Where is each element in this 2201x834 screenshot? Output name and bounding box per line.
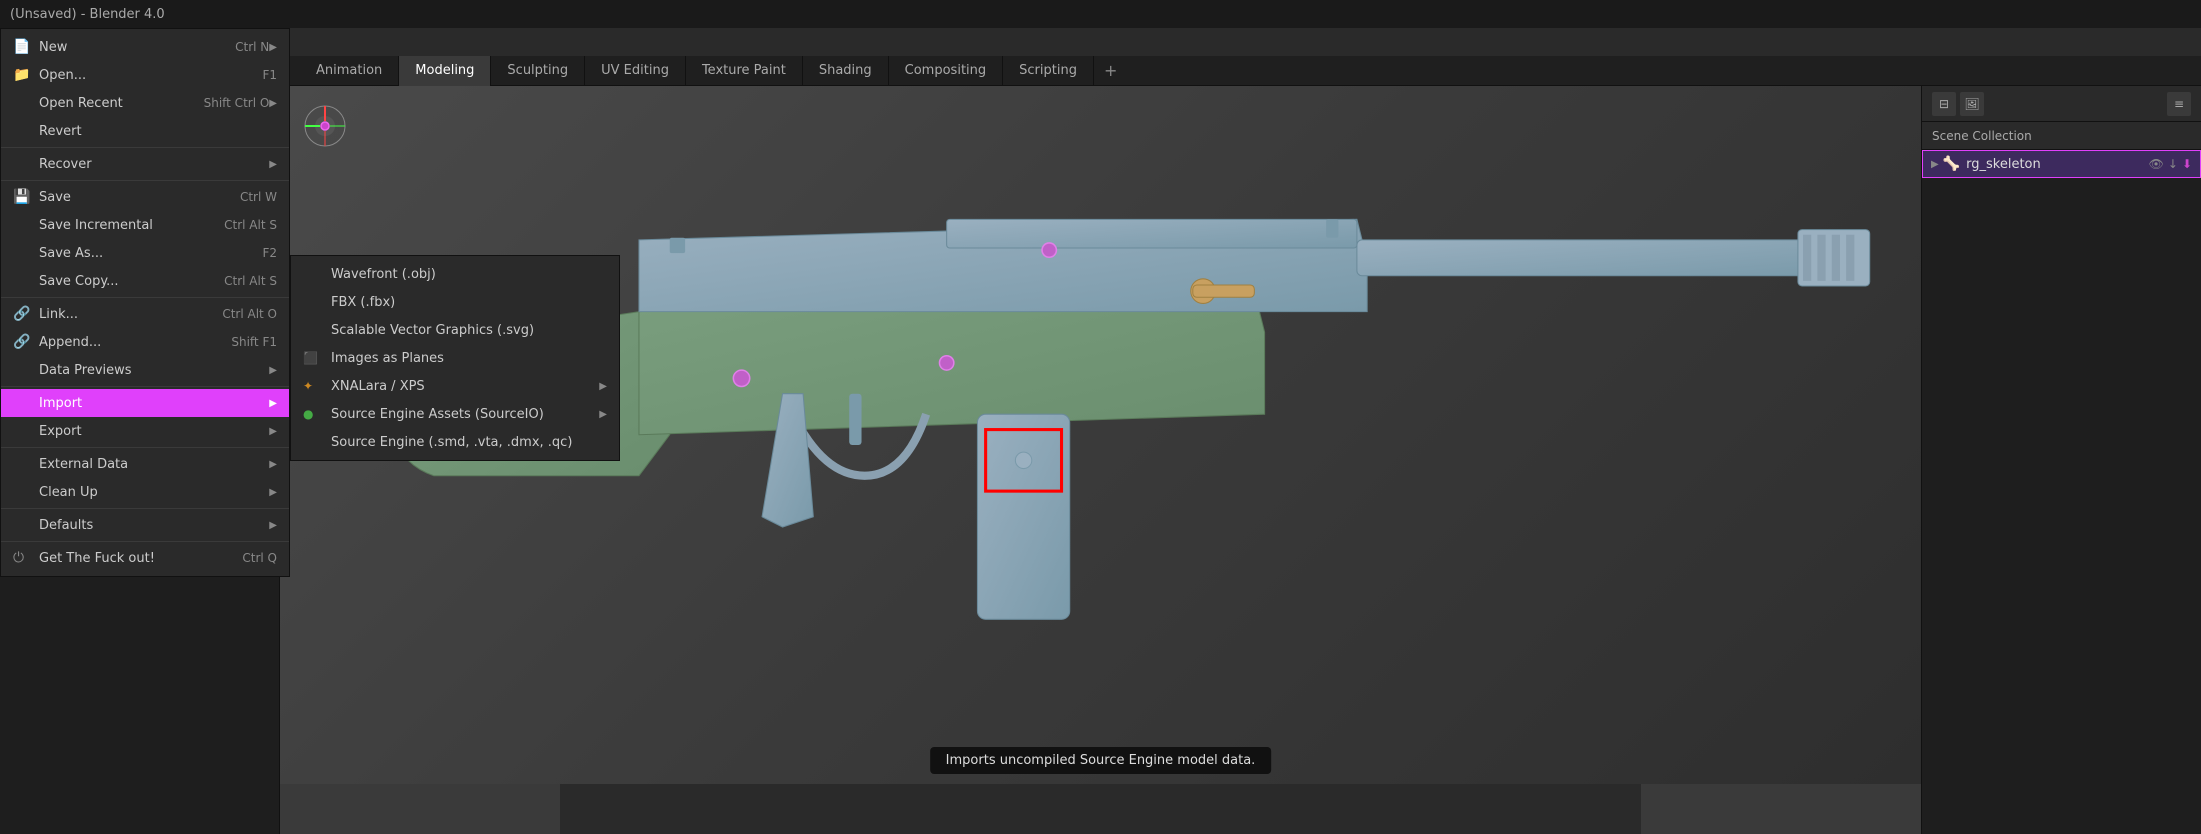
import-tooltip: Imports uncompiled Source Engine model d… bbox=[930, 747, 1272, 774]
import-submenu: Wavefront (.obj) FBX (.fbx) Scalable Vec… bbox=[290, 255, 620, 461]
save-icon: 💾 bbox=[13, 189, 33, 205]
item-actions: 👁 ↓ ⬇ bbox=[2149, 157, 2192, 171]
file-save-incremental[interactable]: Save Incremental Ctrl Alt S bbox=[1, 211, 289, 239]
import-wavefront[interactable]: Wavefront (.obj) bbox=[291, 260, 619, 288]
add-workspace-button[interactable]: + bbox=[1094, 61, 1127, 80]
file-external-data[interactable]: External Data ▶ bbox=[1, 450, 289, 478]
import-images-as-planes[interactable]: ⬛ Images as Planes bbox=[291, 344, 619, 372]
separator-3 bbox=[1, 297, 289, 298]
menu-bar: File Edit Render Window Help bbox=[0, 28, 2201, 56]
scene-collection-title: Scene Collection bbox=[1922, 122, 2201, 150]
window-title: (Unsaved) - Blender 4.0 bbox=[10, 7, 165, 22]
file-save-copy[interactable]: Save Copy... Ctrl Alt S bbox=[1, 267, 289, 295]
collection-item-rg-skeleton[interactable]: ▶ 🦴 rg_skeleton 👁 ↓ ⬇ bbox=[1922, 150, 2201, 178]
file-quit[interactable]: ⏻ Get The Fuck out! Ctrl Q bbox=[1, 544, 289, 572]
file-recover[interactable]: Recover ▶ bbox=[1, 150, 289, 178]
right-panel-header: ⊟ 🖼 ≡ bbox=[1922, 86, 2201, 122]
expand-arrow-icon: ▶ bbox=[1931, 159, 1939, 170]
import-svg[interactable]: Scalable Vector Graphics (.svg) bbox=[291, 316, 619, 344]
panel-icons: ≡ bbox=[2167, 92, 2191, 116]
file-import[interactable]: Import ▶ bbox=[1, 389, 289, 417]
workspace-tabs: Animation Modeling Sculpting UV Editing … bbox=[0, 56, 2201, 86]
file-link[interactable]: 🔗 Link... Ctrl Alt O bbox=[1, 300, 289, 328]
tab-modeling[interactable]: Modeling bbox=[399, 56, 491, 86]
viewport-gizmo bbox=[300, 101, 350, 151]
file-menu-dropdown: 📄 New Ctrl N ▶ 📁 Open... F1 Open Recent … bbox=[0, 28, 290, 577]
import-source-engine-smd[interactable]: Source Engine (.smd, .vta, .dmx, .qc) bbox=[291, 428, 619, 456]
cursor-icon[interactable]: ↓ bbox=[2168, 157, 2178, 171]
file-open[interactable]: 📁 Open... F1 bbox=[1, 61, 289, 89]
filter-button[interactable]: ≡ bbox=[2167, 92, 2191, 116]
tab-scripting[interactable]: Scripting bbox=[1003, 56, 1094, 86]
tab-uv-editing[interactable]: UV Editing bbox=[585, 56, 686, 86]
new-icon: 📄 bbox=[13, 39, 33, 55]
viewport-status-bar bbox=[560, 784, 1641, 834]
import-xnalara[interactable]: ✦ XNALara / XPS ▶ bbox=[291, 372, 619, 400]
eye-icon[interactable]: 👁 bbox=[2149, 157, 2164, 171]
import-source-engine-assets[interactable]: ● Source Engine Assets (SourceIO) ▶ bbox=[291, 400, 619, 428]
separator-2 bbox=[1, 180, 289, 181]
file-new[interactable]: 📄 New Ctrl N ▶ bbox=[1, 33, 289, 61]
append-icon: 🔗 bbox=[13, 334, 33, 350]
xnalara-icon: ✦ bbox=[303, 379, 325, 393]
tab-animation[interactable]: Animation bbox=[300, 56, 399, 86]
tab-compositing[interactable]: Compositing bbox=[889, 56, 1004, 86]
import-fbx[interactable]: FBX (.fbx) bbox=[291, 288, 619, 316]
separator-7 bbox=[1, 541, 289, 542]
file-revert[interactable]: Revert bbox=[1, 117, 289, 145]
tab-shading[interactable]: Shading bbox=[803, 56, 889, 86]
file-defaults[interactable]: Defaults ▶ bbox=[1, 511, 289, 539]
file-append[interactable]: 🔗 Append... Shift F1 bbox=[1, 328, 289, 356]
view-layer-button[interactable]: ⊟ bbox=[1932, 92, 1956, 116]
separator-5 bbox=[1, 447, 289, 448]
panel-view-controls: ⊟ 🖼 bbox=[1932, 92, 1984, 116]
file-clean-up[interactable]: Clean Up ▶ bbox=[1, 478, 289, 506]
source-io-icon: ● bbox=[303, 407, 325, 421]
tab-texture-paint[interactable]: Texture Paint bbox=[686, 56, 803, 86]
tab-sculpting[interactable]: Sculpting bbox=[491, 56, 585, 86]
file-save[interactable]: 💾 Save Ctrl W bbox=[1, 183, 289, 211]
file-export[interactable]: Export ▶ bbox=[1, 417, 289, 445]
skeleton-icon: 🦴 bbox=[1943, 156, 1960, 172]
separator-1 bbox=[1, 147, 289, 148]
link-icon: 🔗 bbox=[13, 306, 33, 322]
separator-4 bbox=[1, 386, 289, 387]
file-open-recent[interactable]: Open Recent Shift Ctrl O ▶ bbox=[1, 89, 289, 117]
separator-6 bbox=[1, 508, 289, 509]
open-icon: 📁 bbox=[13, 67, 33, 83]
file-save-as[interactable]: Save As... F2 bbox=[1, 239, 289, 267]
images-planes-icon: ⬛ bbox=[303, 351, 325, 365]
render-button[interactable]: 🖼 bbox=[1960, 92, 1984, 116]
right-panel: ⊟ 🖼 ≡ Scene Collection ▶ 🦴 rg_skeleton 👁… bbox=[1921, 86, 2201, 834]
title-bar: (Unsaved) - Blender 4.0 bbox=[0, 0, 2201, 28]
file-data-previews[interactable]: Data Previews ▶ bbox=[1, 356, 289, 384]
camera-icon[interactable]: ⬇ bbox=[2182, 157, 2192, 171]
quit-icon: ⏻ bbox=[13, 550, 33, 566]
